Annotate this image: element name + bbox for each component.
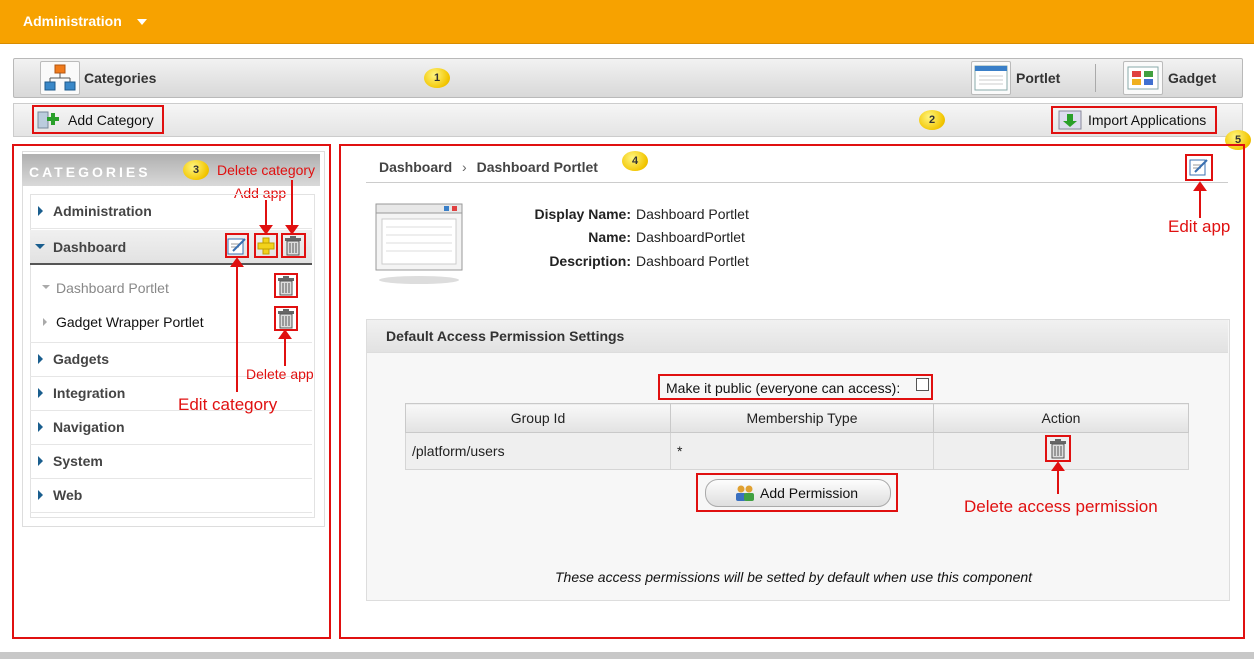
chevron-right-icon [38, 456, 43, 466]
breadcrumb-current: Dashboard Portlet [476, 159, 598, 175]
chevron-right-icon [38, 422, 43, 432]
name-label: Name: [588, 229, 631, 245]
column-header-action: Action [933, 403, 1189, 433]
annotation-arrow-edit-app [1193, 181, 1207, 218]
display-name-value: Dashboard Portlet [636, 206, 749, 222]
portlet-tab-icon[interactable] [971, 61, 1011, 95]
table-row: /platform/users * [405, 432, 1189, 470]
gadget-icon [1127, 66, 1159, 90]
tab-portlet[interactable]: Portlet [1016, 70, 1060, 86]
name-value: DashboardPortlet [636, 229, 745, 245]
column-header-group-id: Group Id [405, 403, 671, 433]
chevron-right-icon [38, 490, 43, 500]
make-public-label: Make it public (everyone can access): [666, 380, 901, 396]
category-label: Navigation [53, 419, 125, 435]
membership-type-cell: * [670, 432, 934, 470]
callout-badge-2: 2 [919, 110, 945, 130]
group-id-cell: /platform/users [405, 432, 671, 470]
import-icon [1058, 110, 1082, 130]
permission-footer-note: These access permissions will be setted … [555, 569, 1033, 585]
import-applications-label: Import Applications [1088, 112, 1207, 128]
users-icon [736, 485, 754, 501]
bottom-border [0, 652, 1254, 659]
portlet-thumbnail-icon [375, 203, 463, 284]
description-value: Dashboard Portlet [636, 253, 749, 269]
callout-badge-1: 1 [424, 68, 450, 88]
callout-badge-4: 4 [622, 151, 648, 171]
breadcrumb-separator: › [462, 159, 467, 175]
annotation-delete-access-permission: Delete access permission [964, 497, 1158, 516]
description-label: Description: [549, 253, 631, 269]
access-permission-header: Default Access Permission Settings [367, 320, 1228, 353]
access-permission-title: Default Access Permission Settings [386, 328, 625, 344]
annotation-arrows-left [230, 180, 299, 392]
display-name-label: Display Name: [534, 206, 631, 222]
import-applications-button[interactable]: Import Applications [1058, 109, 1214, 131]
category-label: Web [53, 487, 83, 503]
column-header-membership-type: Membership Type [670, 403, 934, 433]
annotation-delete-app: Delete app [246, 366, 314, 382]
add-permission-button[interactable]: Add Permission [705, 479, 891, 507]
make-public-checkbox[interactable] [916, 378, 929, 391]
permission-table: Group Id Membership Type Action /platfor… [405, 403, 1189, 470]
edit-app-icon[interactable] [1189, 157, 1209, 177]
category-label: System [53, 453, 103, 469]
breadcrumb-parent[interactable]: Dashboard [379, 159, 452, 175]
annotation-edit-category: Edit category [178, 395, 278, 414]
category-item-web[interactable]: Web [30, 478, 312, 513]
portlet-icon [974, 65, 1008, 91]
gadget-tab-icon[interactable] [1123, 61, 1163, 95]
annotation-arrow-delete-permission [1051, 461, 1065, 494]
annotation-edit-app: Edit app [1168, 217, 1231, 236]
category-item-system[interactable]: System [30, 444, 312, 479]
breadcrumb: Dashboard › Dashboard Portlet [379, 159, 598, 175]
breadcrumb-divider [366, 182, 1228, 183]
tab-divider [1095, 64, 1096, 92]
delete-permission-icon[interactable] [1049, 439, 1067, 459]
add-permission-label: Add Permission [760, 485, 859, 501]
tab-gadget[interactable]: Gadget [1168, 70, 1216, 86]
